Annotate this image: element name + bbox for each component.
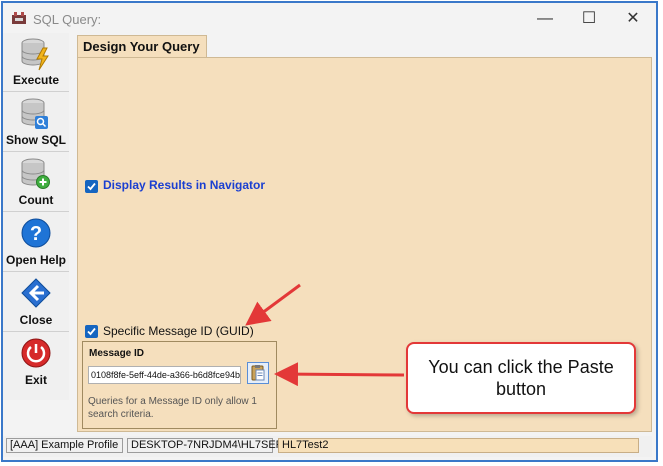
window-title: SQL Query:	[33, 12, 102, 27]
database-lightning-icon	[21, 38, 49, 71]
clipboard-paste-icon	[251, 365, 265, 381]
specific-message-checkbox[interactable]	[85, 325, 98, 338]
close-button[interactable]: Close	[3, 273, 69, 332]
execute-button[interactable]: Execute	[3, 33, 69, 92]
exit-button[interactable]: Exit	[3, 333, 69, 391]
minimize-button[interactable]: —	[523, 3, 567, 35]
status-profile: [AAA] Example Profile	[6, 438, 123, 453]
status-bar: [AAA] Example Profile DESKTOP-7NRJDM4\HL…	[3, 436, 652, 457]
tab-design-your-query[interactable]: Design Your Query	[77, 35, 207, 57]
back-arrow-icon	[21, 278, 51, 308]
open-help-label: Open Help	[5, 253, 66, 267]
close-window-button[interactable]: ✕	[611, 3, 655, 35]
power-icon	[21, 338, 51, 368]
maximize-button[interactable]: ☐	[567, 3, 611, 35]
message-id-group: Message ID 0108f8fe-5eff-44de-a366-b6d8f…	[82, 341, 277, 429]
database-plus-icon	[21, 158, 50, 189]
title-bar: SQL Query: — ☐ ✕	[3, 3, 656, 35]
sidebar: Execute Show SQL Count ? Open Help Close…	[3, 33, 69, 400]
execute-label: Execute	[12, 73, 60, 87]
close-label: Close	[19, 313, 53, 327]
display-results-label[interactable]: Display Results in Navigator	[103, 178, 265, 192]
checkmark-icon	[87, 182, 96, 191]
message-id-input[interactable]: 0108f8fe-5eff-44de-a366-b6d8fce94b0	[88, 366, 241, 384]
paste-button[interactable]	[247, 362, 269, 384]
checkmark-icon	[87, 327, 96, 336]
count-button[interactable]: Count	[3, 153, 69, 212]
status-database: HL7Test2	[278, 438, 639, 453]
exit-label: Exit	[24, 373, 47, 387]
count-label: Count	[18, 193, 54, 207]
display-results-checkbox[interactable]	[85, 180, 98, 193]
specific-message-label[interactable]: Specific Message ID (GUID)	[103, 324, 254, 338]
svg-text:?: ?	[30, 223, 42, 245]
show-sql-button[interactable]: Show SQL	[3, 93, 69, 152]
status-server: DESKTOP-7NRJDM4\HL7SERVER	[127, 438, 306, 453]
message-id-note: Queries for a Message ID only allow 1 se…	[88, 396, 257, 420]
message-id-title: Message ID	[89, 348, 145, 359]
app-icon	[12, 12, 26, 24]
help-icon: ?	[21, 218, 51, 248]
open-help-button[interactable]: ? Open Help	[3, 213, 69, 272]
annotation-callout: You can click the Paste button	[406, 342, 636, 414]
database-search-icon	[21, 98, 48, 129]
show-sql-label: Show SQL	[6, 133, 66, 147]
